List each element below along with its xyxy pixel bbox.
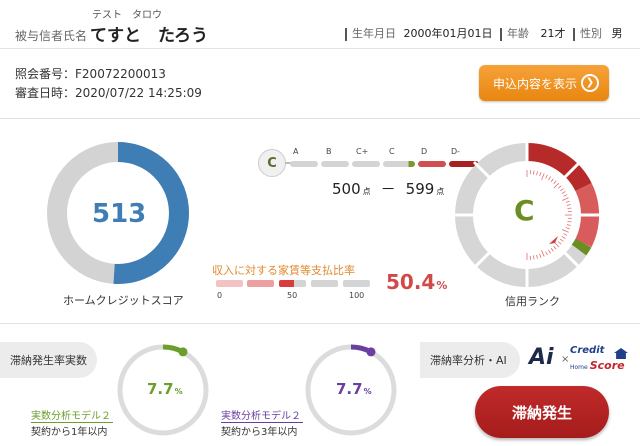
separator bbox=[345, 27, 347, 41]
model1-marker bbox=[178, 347, 188, 357]
model1-name: 実数分析モデル２ bbox=[31, 407, 113, 423]
ai-logo: Ai bbox=[529, 345, 554, 370]
ref-row: 照会番号：F20072200013 bbox=[15, 65, 166, 82]
ratio-seg-5 bbox=[343, 280, 370, 287]
range-max: 599 bbox=[405, 180, 435, 198]
credit-score-logo: Credit Home Score bbox=[570, 346, 628, 372]
score-value: 513 bbox=[92, 199, 147, 229]
model2-name: 実数分析モデル２ bbox=[221, 407, 303, 423]
model2-value: 7.7% bbox=[336, 380, 372, 398]
ai-logo-text: Ai bbox=[529, 345, 554, 370]
gender-label: 性別 bbox=[580, 27, 602, 40]
date-row: 審査日時：2020/07/22 14:25:09 bbox=[15, 84, 202, 101]
header-meta: 生年月日 2000年01月01日 年齢 21才 性別 男 bbox=[345, 25, 623, 41]
ratio-label: 収入に対する家賃等支払比率 bbox=[212, 264, 355, 277]
credit-logo-small: Home bbox=[570, 364, 588, 371]
model2-period: 契約から3年以内 bbox=[221, 427, 298, 438]
range-unit-min: 点 bbox=[362, 187, 371, 196]
ratio-tick-0: 0 bbox=[217, 291, 223, 300]
rank-pill-c bbox=[383, 161, 415, 167]
rank-pill-d bbox=[418, 161, 446, 167]
ratio-number: 50.4 bbox=[386, 270, 436, 294]
ratio-seg-4 bbox=[311, 280, 338, 287]
header-divider bbox=[0, 48, 640, 49]
delinquency-rate-tag: 滞納発生率実数 bbox=[0, 342, 97, 378]
ai-analysis-tag: 滞納率分析・AI bbox=[420, 342, 520, 378]
age-label: 年齢 bbox=[507, 27, 529, 40]
ratio-tick-50: 50 bbox=[287, 291, 298, 300]
model1-value: 7.7% bbox=[147, 380, 183, 398]
rank-badge: C bbox=[258, 149, 286, 177]
section-divider bbox=[0, 118, 640, 119]
rank-badge-label: C bbox=[267, 155, 277, 171]
ref-value: F20072200013 bbox=[75, 67, 166, 81]
model2-marker bbox=[366, 347, 376, 357]
birth-label: 生年月日 bbox=[352, 27, 396, 40]
model2-number: 7.7 bbox=[336, 380, 363, 398]
show-application-button[interactable]: 申込内容を表示 ❯ bbox=[479, 65, 609, 101]
rank-label-a: A bbox=[293, 147, 299, 156]
ratio-seg-1 bbox=[216, 280, 243, 287]
show-application-label: 申込内容を表示 bbox=[493, 76, 578, 91]
name-kana: テスト タロウ bbox=[92, 10, 162, 21]
date-value: 2020/07/22 14:25:09 bbox=[75, 86, 202, 100]
birth-value: 2000年01月01日 bbox=[403, 27, 493, 40]
chevron-right-icon: ❯ bbox=[581, 74, 599, 92]
credit-rank-value: C bbox=[514, 194, 535, 227]
age-value: 21才 bbox=[540, 27, 566, 40]
gauge-arc-c bbox=[571, 238, 592, 256]
range-dash: － bbox=[380, 180, 396, 198]
separator bbox=[500, 27, 502, 41]
bottom-divider bbox=[0, 323, 640, 324]
date-label: 審査日時： bbox=[15, 86, 76, 100]
name-label: 被与信者氏名 bbox=[15, 29, 88, 43]
credit-logo-line2: Score bbox=[589, 359, 625, 372]
rank-label-c: C bbox=[389, 147, 395, 156]
rank-pill-b bbox=[321, 161, 349, 167]
times-sign: × bbox=[561, 354, 570, 365]
rank-label-d: D bbox=[421, 147, 428, 156]
ratio-seg-3 bbox=[279, 280, 306, 287]
model2-name-text: 実数分析モデル２ bbox=[221, 411, 301, 422]
rank-pill-a bbox=[290, 161, 318, 167]
range-unit-max: 点 bbox=[436, 187, 445, 196]
model1-name-text: 実数分析モデル２ bbox=[31, 411, 111, 422]
gender-value: 男 bbox=[611, 27, 623, 40]
delinquency-result-label: 滞納発生 bbox=[511, 403, 572, 422]
ref-label: 照会番号： bbox=[15, 67, 76, 81]
model2-unit: % bbox=[363, 387, 372, 396]
range-min: 500 bbox=[332, 180, 361, 198]
rank-label-cplus: C+ bbox=[356, 147, 369, 156]
score-label: ホームクレジットスコア bbox=[63, 294, 184, 307]
model1-number: 7.7 bbox=[147, 380, 174, 398]
rank-range: 500 点－ 599 点 bbox=[332, 178, 444, 199]
rank-pill-cplus bbox=[352, 161, 380, 167]
model1-period: 契約から1年以内 bbox=[31, 427, 108, 438]
ratio-value: 50.4% bbox=[386, 270, 447, 294]
credit-rank-label: 信用ランク bbox=[505, 295, 560, 308]
customer-name: てすと たろう bbox=[90, 26, 208, 46]
ratio-unit: % bbox=[436, 279, 448, 292]
separator bbox=[573, 27, 575, 41]
model1-unit: % bbox=[174, 387, 183, 396]
rank-label-b: B bbox=[326, 147, 332, 156]
ratio-tick-100: 100 bbox=[349, 291, 365, 300]
ratio-seg-2 bbox=[247, 280, 274, 287]
delinquency-result-button[interactable]: 滞納発生 bbox=[475, 386, 609, 438]
